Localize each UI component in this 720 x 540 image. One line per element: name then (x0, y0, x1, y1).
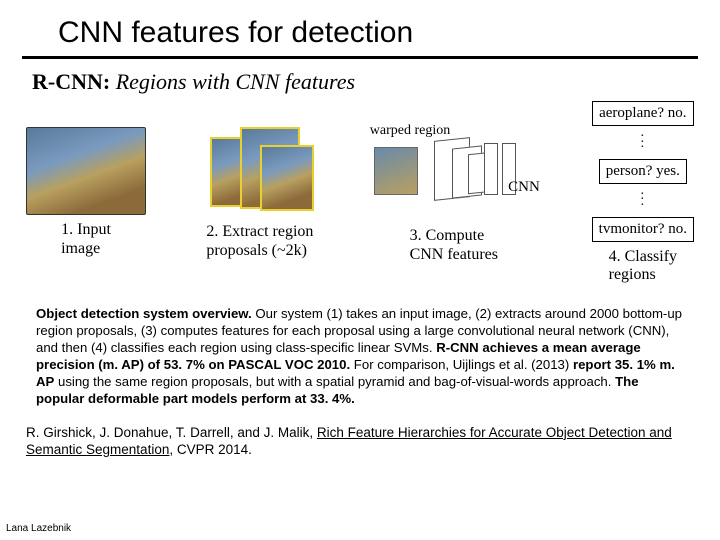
warped-region-icon (374, 147, 418, 195)
region-box-icon (260, 145, 314, 211)
stage-proposals: 2. Extract region proposals (~2k) (204, 125, 316, 260)
figure-title-italic: Regions with CNN features (116, 69, 355, 94)
stage3-caption: 3. Compute CNN features (410, 227, 498, 264)
stage2-l1: Extract region (222, 223, 313, 240)
warped-region-label: warped region (370, 123, 450, 139)
class-output-box: aeroplane? no. (592, 101, 693, 126)
ellipsis-icon: ··· (640, 192, 646, 209)
cite-venue: , CVPR 2014. (169, 442, 252, 457)
cnn-diagram: warped region CNN (374, 121, 534, 221)
slide: CNN features for detection R-CNN: Region… (0, 0, 720, 458)
figure-title: R-CNN: Regions with CNN features (32, 69, 698, 95)
stage1-num: 1. (61, 221, 73, 238)
pipeline: 1. Input image 2. Extract region proposa… (22, 101, 698, 284)
stage2-l2: proposals (~2k) (206, 242, 307, 259)
stage-cnn: warped region CNN 3. Compute CNN feature… (374, 121, 534, 264)
cnn-layer-icon (484, 143, 498, 195)
stage2-caption: 2. Extract region proposals (~2k) (206, 223, 313, 260)
region-proposals-icon (204, 125, 316, 217)
stage1-l2: image (61, 240, 100, 257)
class-output-box: tvmonitor? no. (592, 217, 694, 242)
slide-title: CNN features for detection (22, 14, 698, 59)
caption-p2: For comparison, Uijlings et al. (2013) (350, 357, 573, 372)
figure-caption: Object detection system overview. Our sy… (36, 306, 684, 407)
stage4-caption: 4. Classify regions (609, 248, 677, 285)
slide-footer: Lana Lazebnik (6, 523, 71, 534)
stage1-caption: 1. Input image (61, 221, 111, 258)
input-image-icon (26, 127, 146, 215)
citation: R. Girshick, J. Donahue, T. Darrell, and… (26, 424, 690, 459)
stage4-l1: Classify (625, 248, 677, 265)
classifier-outputs: aeroplane? no. ··· person? yes. ··· tvmo… (592, 101, 694, 242)
stage3-l1: Compute (426, 227, 485, 244)
stage-input: 1. Input image (26, 127, 146, 258)
stage3-l2: CNN features (410, 246, 498, 263)
stage1-l1: Input (77, 221, 111, 238)
stage2-num: 2. (206, 223, 218, 240)
rcnn-figure: R-CNN: Regions with CNN features 1. Inpu… (22, 69, 698, 284)
cnn-label: CNN (508, 179, 540, 196)
class-output-box: person? yes. (599, 159, 687, 184)
ellipsis-icon: ··· (640, 134, 646, 151)
stage3-num: 3. (410, 227, 422, 244)
figure-title-bold: R-CNN: (32, 69, 110, 94)
caption-lead: Object detection system overview. (36, 306, 252, 321)
cite-authors: R. Girshick, J. Donahue, T. Darrell, and… (26, 425, 317, 440)
stage4-num: 4. (609, 248, 621, 265)
stage-classify: aeroplane? no. ··· person? yes. ··· tvmo… (592, 101, 694, 284)
stage4-l2: regions (609, 266, 656, 283)
caption-p3: using the same region proposals, but wit… (54, 374, 615, 389)
